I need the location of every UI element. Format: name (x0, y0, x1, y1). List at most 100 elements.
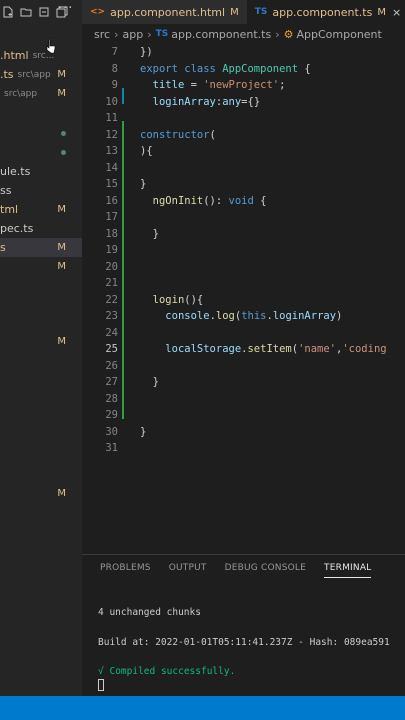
code-text: loginArray:any={} (152, 95, 261, 108)
tab-output[interactable]: OUTPUT (169, 563, 207, 578)
line-number: 28 (105, 392, 118, 405)
code-text: } (140, 376, 159, 389)
tab-label: app.component.ts (272, 5, 373, 19)
line-number: 29 (105, 409, 118, 422)
tab-debug-console[interactable]: DEBUG CONSOLE (225, 563, 306, 578)
code-line[interactable]: 16 ngOnInit(): void { (82, 193, 405, 210)
code-line[interactable]: 28 (82, 391, 405, 408)
modified-badge: M (57, 336, 66, 347)
line-number: 30 (105, 425, 118, 438)
code-line[interactable]: 26 (82, 358, 405, 375)
open-editor-item[interactable]: .html src... (0, 46, 82, 65)
terminal-output-line: 4 unchanged chunks (98, 607, 201, 618)
code-line[interactable]: 12 constructor( (82, 127, 405, 144)
code-line[interactable]: 29 (82, 407, 405, 424)
open-editor-name: .ts (0, 68, 14, 81)
file-tree-item[interactable] (0, 124, 82, 143)
code-text: } (140, 227, 159, 240)
code-text: export class AppComponent { (140, 62, 311, 75)
modified-badge: M (57, 69, 66, 80)
file-tree-item[interactable]: M (0, 257, 82, 276)
code-line[interactable]: 15} (82, 176, 405, 193)
code-line[interactable]: 30} (82, 424, 405, 441)
file-tree-item-active[interactable]: sM (0, 238, 82, 257)
terminal-output-line: √ Compiled successfully. (98, 666, 235, 677)
code-text: }) (140, 46, 153, 59)
open-editors-list: .html src... .ts src\app M src\app M (0, 46, 82, 103)
bottom-panel: PROBLEMS OUTPUT DEBUG CONSOLE TERMINAL 4… (82, 554, 405, 696)
code-line[interactable]: 22 login(){ (82, 292, 405, 309)
tab-terminal[interactable]: TERMINAL (324, 563, 372, 578)
line-number: 12 (105, 128, 118, 141)
code-text: title = 'newProject'; (152, 79, 286, 92)
explorer-toolbar: ··· (0, 0, 82, 24)
code-line[interactable]: 17 (82, 209, 405, 226)
code-text: login(){ (152, 293, 204, 306)
open-editor-path: src\app (4, 88, 38, 99)
tab-app-component-html[interactable]: <> app.component.html M (82, 0, 247, 24)
file-tree-item[interactable]: ss (0, 181, 82, 200)
code-text: ){ (140, 145, 153, 158)
code-line[interactable]: 21 (82, 275, 405, 292)
tab-problems[interactable]: PROBLEMS (100, 563, 151, 578)
breadcrumb-item-app[interactable]: app (122, 28, 143, 41)
close-tab-icon[interactable]: × (392, 6, 401, 19)
open-editor-item[interactable]: src\app M (0, 84, 82, 103)
code-line[interactable]: 18 } (82, 226, 405, 243)
code-line[interactable]: 7}) (82, 44, 405, 61)
more-actions-icon[interactable]: ··· (58, 1, 73, 16)
line-number: 20 (105, 260, 118, 273)
line-number: 25 (105, 343, 118, 356)
code-line[interactable]: 23 console.log(this.loginArray) (82, 308, 405, 325)
code-text: ngOnInit(): void { (152, 194, 267, 207)
code-line[interactable]: 10 loginArray:any={} (82, 94, 405, 111)
open-editor-path: src... (32, 50, 55, 61)
terminal-cursor[interactable] (98, 679, 104, 691)
success-check-icon: √ (98, 666, 104, 677)
code-line[interactable]: 13){ (82, 143, 405, 160)
code-line[interactable]: 19 (82, 242, 405, 259)
new-folder-icon[interactable] (20, 6, 32, 18)
file-tree-item[interactable]: pec.ts (0, 219, 82, 238)
code-text: } (140, 178, 147, 191)
code-line[interactable]: 14 (82, 160, 405, 177)
file-tree: ule.ts ss tml M pec.ts sM M (0, 124, 82, 276)
editor-tab-bar: <> app.component.html M TS app.component… (82, 0, 405, 24)
code-line[interactable]: 31 (82, 440, 405, 457)
new-file-icon[interactable] (2, 6, 14, 18)
file-name: ule.ts (0, 165, 31, 178)
file-tree-item[interactable]: ule.ts (0, 162, 82, 181)
line-number: 22 (105, 293, 118, 306)
code-line[interactable]: 11 (82, 110, 405, 127)
line-number: 14 (105, 161, 118, 174)
refresh-icon[interactable] (38, 6, 50, 18)
line-number: 31 (105, 442, 118, 455)
tab-app-component-ts[interactable]: TS app.component.ts M × (246, 0, 405, 24)
modified-badge: M (57, 488, 66, 499)
chevron-right-icon: › (275, 27, 280, 41)
file-tree-item[interactable]: tml M (0, 200, 82, 219)
breadcrumb-item-src[interactable]: src (94, 28, 110, 41)
panel-tab-bar: PROBLEMS OUTPUT DEBUG CONSOLE TERMINAL (100, 563, 372, 578)
line-number: 19 (105, 244, 118, 257)
code-line[interactable]: 8 export class AppComponent { (82, 61, 405, 78)
code-line[interactable]: 24 (82, 325, 405, 342)
breadcrumb-item-class[interactable]: AppComponent (296, 28, 381, 41)
file-tree-item[interactable] (0, 143, 82, 162)
code-text: constructor( (140, 128, 216, 141)
code-editor[interactable]: 7}) 8 export class AppComponent {9 title =… (82, 44, 405, 554)
open-editor-item[interactable]: .ts src\app M (0, 65, 82, 84)
code-line[interactable]: 25 localStorage.setItem('name','coding (82, 341, 405, 358)
code-line[interactable]: 9 title = 'newProject'; (82, 77, 405, 94)
typescript-file-icon: TS (155, 29, 169, 39)
code-line[interactable]: 20 (82, 259, 405, 276)
code-line[interactable]: 27 } (82, 374, 405, 391)
line-number: 26 (105, 359, 118, 372)
file-name: tml (0, 203, 19, 216)
compiled-message: Compiled successfully. (109, 666, 236, 677)
chevron-right-icon: › (114, 27, 119, 41)
open-editor-path: src\app (17, 69, 51, 80)
line-number: 15 (105, 178, 118, 191)
line-number: 7 (111, 46, 118, 59)
breadcrumb-item-file[interactable]: app.component.ts (171, 28, 271, 41)
